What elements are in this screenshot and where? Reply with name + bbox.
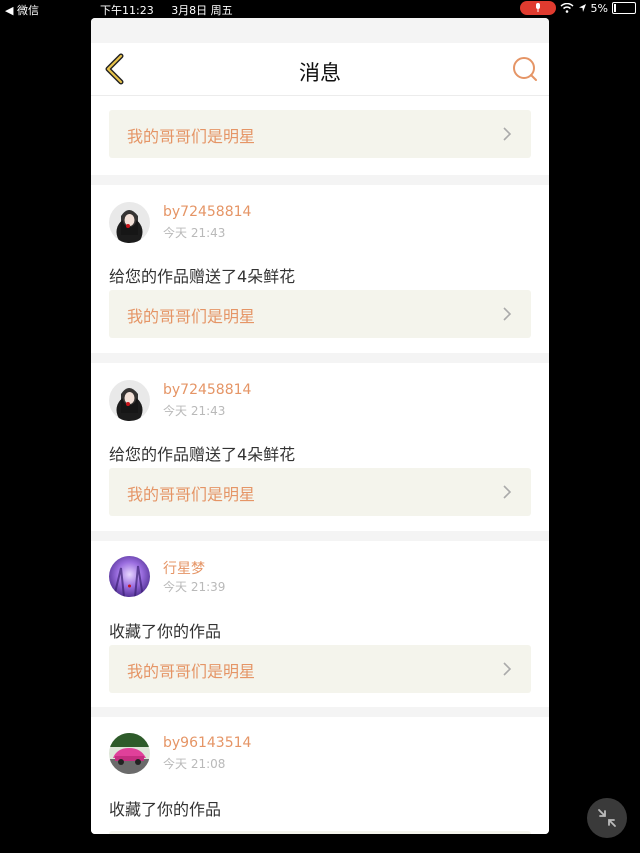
work-link[interactable] [109, 831, 531, 834]
work-link[interactable]: 我的哥哥们是明星 [109, 645, 531, 693]
nav-header: 消息 [91, 43, 549, 96]
work-link[interactable]: 我的哥哥们是明星 [109, 290, 531, 338]
message-time: 今天 21:43 [163, 226, 226, 240]
message-time: 今天 21:43 [163, 404, 226, 418]
user-row: by72458814 今天 21:43 [109, 380, 529, 424]
user-avatar[interactable] [109, 202, 150, 243]
user-row: by72458814 今天 21:43 [109, 202, 529, 246]
status-bar: ◀ 微信 下午11:23 3月8日 周五 5% [0, 0, 640, 18]
work-title: 我的哥哥们是明星 [127, 485, 256, 504]
status-time: 下午11:23 [100, 4, 154, 17]
microphone-icon [535, 3, 540, 12]
messages-panel: 消息 我的哥哥们是明星 by72458814 今天 21:43 给您的作品赠送了… [91, 18, 549, 834]
message-card[interactable]: 行星梦 今天 21:39 收藏了你的作品 我的哥哥们是明星 [91, 541, 549, 707]
status-date: 3月8日 周五 [171, 4, 233, 17]
user-avatar[interactable] [109, 733, 150, 774]
wifi-icon [560, 3, 574, 13]
user-name[interactable]: by72458814 [163, 204, 251, 220]
user-name[interactable]: by96143514 [163, 735, 251, 751]
work-link[interactable]: 我的哥哥们是明星 [109, 110, 531, 158]
recording-indicator[interactable] [519, 1, 556, 15]
user-name[interactable]: 行星梦 [163, 558, 205, 578]
battery-icon [612, 2, 636, 14]
message-card-partial: 我的哥哥们是明星 [91, 96, 549, 175]
user-row: 行星梦 今天 21:39 [109, 556, 529, 600]
collapse-button[interactable] [587, 798, 627, 838]
work-title: 我的哥哥们是明星 [127, 127, 256, 146]
chevron-right-icon [503, 307, 512, 321]
message-card[interactable]: by72458814 今天 21:43 给您的作品赠送了4朵鲜花 我的哥哥们是明… [91, 185, 549, 353]
work-title: 我的哥哥们是明星 [127, 307, 256, 326]
message-card[interactable]: by96143514 今天 21:08 收藏了你的作品 [91, 717, 549, 834]
message-card[interactable]: by72458814 今天 21:43 给您的作品赠送了4朵鲜花 我的哥哥们是明… [91, 363, 549, 531]
message-text: 给您的作品赠送了4朵鲜花 [109, 445, 296, 464]
message-time: 今天 21:39 [163, 580, 226, 594]
user-name[interactable]: by72458814 [163, 382, 251, 398]
user-row: by96143514 今天 21:08 [109, 733, 529, 777]
page-title: 消息 [299, 61, 341, 85]
message-text: 收藏了你的作品 [109, 800, 222, 819]
chevron-right-icon [503, 662, 512, 676]
collapse-arrows-icon [598, 809, 616, 827]
message-text: 给您的作品赠送了4朵鲜花 [109, 267, 296, 286]
user-avatar[interactable] [109, 380, 150, 421]
back-to-app-link[interactable]: ◀ 微信 [5, 2, 39, 18]
battery-percent: 5% [590, 1, 608, 15]
message-time: 今天 21:08 [163, 757, 226, 771]
location-icon [578, 4, 586, 12]
search-icon[interactable] [511, 55, 539, 83]
user-avatar[interactable] [109, 556, 150, 597]
work-link[interactable]: 我的哥哥们是明星 [109, 468, 531, 516]
message-text: 收藏了你的作品 [109, 622, 222, 641]
chevron-right-icon [503, 127, 512, 141]
chevron-right-icon [503, 485, 512, 499]
work-title: 我的哥哥们是明星 [127, 662, 256, 681]
